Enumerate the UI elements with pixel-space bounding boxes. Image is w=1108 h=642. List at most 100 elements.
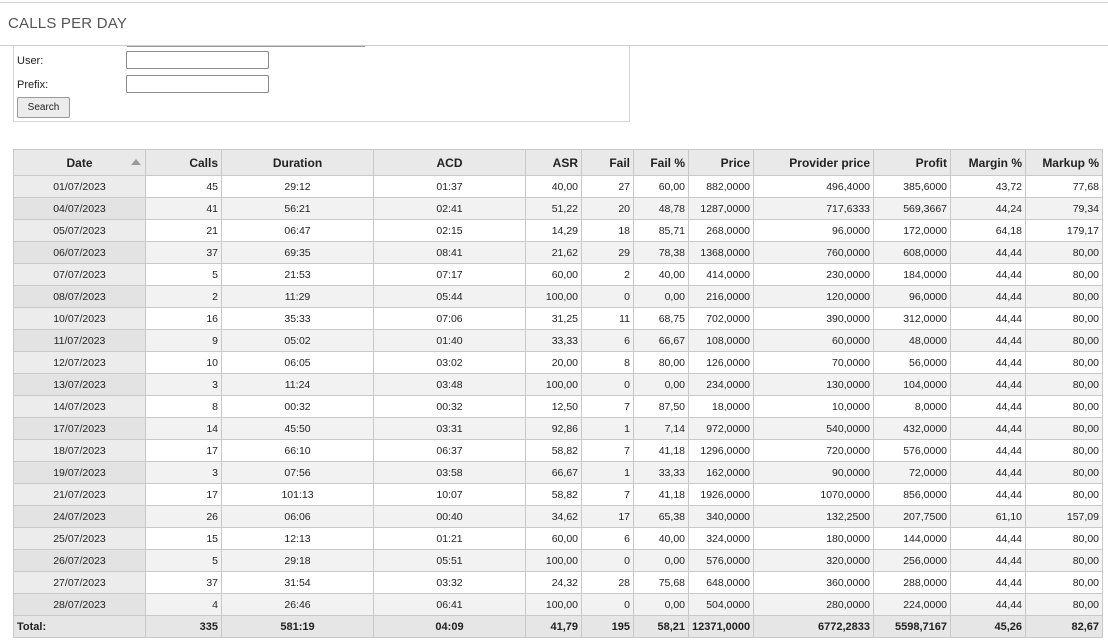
- cell-markup-percent: 80,00: [1025, 351, 1103, 374]
- cell-fail: 1: [581, 417, 634, 440]
- cell-asr: 60,00: [525, 263, 582, 286]
- cell-acd: 10:07: [373, 483, 526, 506]
- cell-asr: 24,32: [525, 571, 582, 594]
- cell-profit: 8,0000: [873, 395, 951, 418]
- cell-date: 21/07/2023: [13, 483, 146, 506]
- column-header-asr[interactable]: ASR: [525, 149, 582, 176]
- cell-profit: 144,0000: [873, 527, 951, 550]
- table-header-row: Date Calls Duration ACD ASR Fail Fail % …: [13, 149, 1103, 176]
- cell-profit: 608,0000: [873, 241, 951, 264]
- column-header-calls[interactable]: Calls: [145, 149, 222, 176]
- cell-markup-percent: 80,00: [1025, 483, 1103, 506]
- cell-fail: 0: [581, 285, 634, 308]
- cell-calls: 17: [145, 483, 222, 506]
- cell-date: 27/07/2023: [13, 571, 146, 594]
- cell-profit: 288,0000: [873, 571, 951, 594]
- sort-up-icon: [131, 159, 141, 165]
- cell-margin-percent: 44,44: [950, 307, 1026, 330]
- totals-label: Total:: [13, 615, 146, 638]
- total-acd: 04:09: [373, 615, 526, 638]
- cell-margin-percent: 43,72: [950, 175, 1026, 198]
- column-header-fail-percent[interactable]: Fail %: [633, 149, 689, 176]
- cell-calls: 5: [145, 263, 222, 286]
- cell-profit: 96,0000: [873, 285, 951, 308]
- cell-calls: 37: [145, 571, 222, 594]
- cell-price: 1287,0000: [688, 197, 754, 220]
- column-header-date[interactable]: Date: [13, 149, 146, 176]
- cell-fail: 27: [581, 175, 634, 198]
- cell-acd: 03:31: [373, 417, 526, 440]
- column-header-duration[interactable]: Duration: [221, 149, 374, 176]
- table-row: 14/07/2023 8 00:32 00:32 12,50 7 87,50 18,0000 1…: [13, 395, 1103, 418]
- cell-fail: 7: [581, 483, 634, 506]
- cell-price: 1926,0000: [688, 483, 754, 506]
- cell-provider-price: 390,0000: [753, 307, 874, 330]
- cell-margin-percent: 44,44: [950, 527, 1026, 550]
- cell-duration: 21:53: [221, 263, 374, 286]
- cell-duration: 66:10: [221, 439, 374, 462]
- cell-provider-price: 496,4000: [753, 175, 874, 198]
- cell-date: 17/07/2023: [13, 417, 146, 440]
- column-header-margin-percent[interactable]: Margin %: [950, 149, 1026, 176]
- cell-asr: 100,00: [525, 373, 582, 396]
- column-header-profit[interactable]: Profit: [873, 149, 951, 176]
- column-header-acd[interactable]: ACD: [373, 149, 526, 176]
- cell-margin-percent: 44,44: [950, 549, 1026, 572]
- cell-provider-price: 60,0000: [753, 329, 874, 352]
- cell-acd: 06:41: [373, 593, 526, 616]
- cell-acd: 00:40: [373, 505, 526, 528]
- table-row: 28/07/2023 4 26:46 06:41 100,00 0 0,00 504,0000…: [13, 593, 1103, 616]
- cell-calls: 9: [145, 329, 222, 352]
- cell-fail-percent: 60,00: [633, 175, 689, 198]
- cell-provider-price: 230,0000: [753, 263, 874, 286]
- cell-fail-percent: 0,00: [633, 549, 689, 572]
- cell-fail: 0: [581, 593, 634, 616]
- cell-acd: 05:44: [373, 285, 526, 308]
- prefix-input[interactable]: [126, 75, 269, 93]
- cell-duration: 26:46: [221, 593, 374, 616]
- cell-markup-percent: 80,00: [1025, 571, 1103, 594]
- cell-duration: 29:18: [221, 549, 374, 572]
- cell-date: 05/07/2023: [13, 219, 146, 242]
- column-header-provider-price[interactable]: Provider price: [753, 149, 874, 176]
- cell-fail-percent: 40,00: [633, 527, 689, 550]
- cell-margin-percent: 44,44: [950, 285, 1026, 308]
- column-header-fail[interactable]: Fail: [581, 149, 634, 176]
- table-row: 21/07/2023 17 101:13 10:07 58,82 7 41,18 1926,0…: [13, 483, 1103, 506]
- user-input[interactable]: [126, 51, 269, 69]
- cell-acd: 07:17: [373, 263, 526, 286]
- cell-calls: 17: [145, 439, 222, 462]
- cell-fail: 6: [581, 329, 634, 352]
- cell-fail: 0: [581, 373, 634, 396]
- table-row: 05/07/2023 21 06:47 02:15 14,29 18 85,71 268,00…: [13, 219, 1103, 242]
- cell-provider-price: 90,0000: [753, 461, 874, 484]
- cell-fail: 7: [581, 439, 634, 462]
- cell-price: 108,0000: [688, 329, 754, 352]
- cell-acd: 03:58: [373, 461, 526, 484]
- column-header-markup-percent[interactable]: Markup %: [1025, 149, 1103, 176]
- cell-calls: 3: [145, 373, 222, 396]
- total-profit: 5598,7167: [873, 615, 951, 638]
- totals-row: Total: 335 581:19 04:09 41,79 195 58,21 …: [13, 615, 1103, 638]
- cell-acd: 02:15: [373, 219, 526, 242]
- cell-markup-percent: 80,00: [1025, 461, 1103, 484]
- cell-asr: 40,00: [525, 175, 582, 198]
- search-button[interactable]: Search: [17, 97, 70, 118]
- cell-date: 08/07/2023: [13, 285, 146, 308]
- cell-asr: 92,86: [525, 417, 582, 440]
- cell-fail: 8: [581, 351, 634, 374]
- table-row: 24/07/2023 26 06:06 00:40 34,62 17 65,38 340,00…: [13, 505, 1103, 528]
- table-row: 10/07/2023 16 35:33 07:06 31,25 11 68,75 702,00…: [13, 307, 1103, 330]
- cell-profit: 184,0000: [873, 263, 951, 286]
- page-title: CALLS PER DAY: [8, 15, 128, 32]
- total-provider-price: 6772,2833: [753, 615, 874, 638]
- cell-fail: 18: [581, 219, 634, 242]
- cell-price: 126,0000: [688, 351, 754, 374]
- cell-markup-percent: 80,00: [1025, 395, 1103, 418]
- cell-asr: 34,62: [525, 505, 582, 528]
- column-header-price[interactable]: Price: [688, 149, 754, 176]
- cell-date: 06/07/2023: [13, 241, 146, 264]
- cell-calls: 10: [145, 351, 222, 374]
- cell-provider-price: 280,0000: [753, 593, 874, 616]
- cell-provider-price: 717,6333: [753, 197, 874, 220]
